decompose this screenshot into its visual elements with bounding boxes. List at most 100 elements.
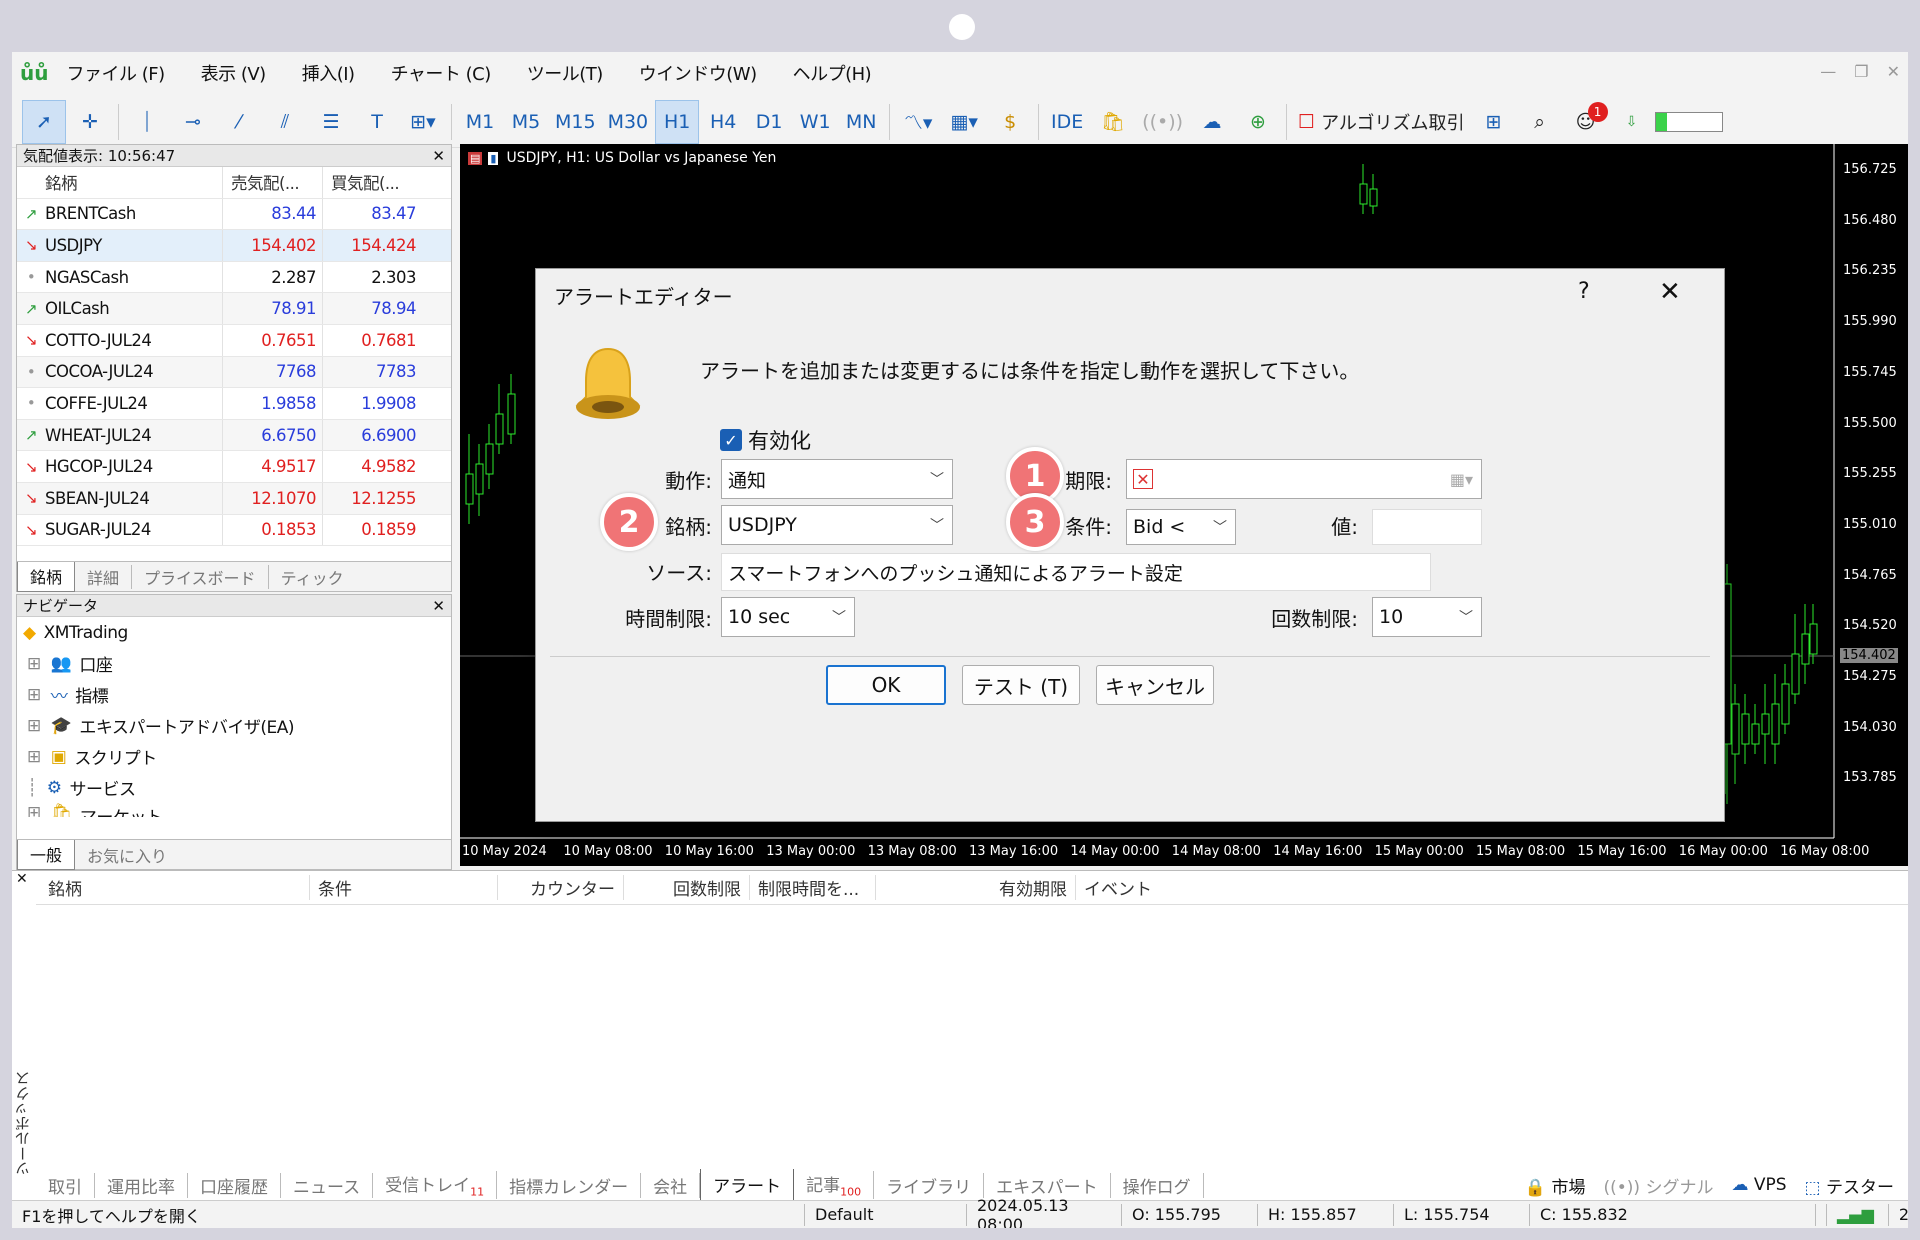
templates-icon[interactable]: ▦▾ <box>942 100 986 144</box>
market-watch-close-icon[interactable]: ✕ <box>432 147 445 165</box>
tf-m15[interactable]: M15 <box>550 100 601 144</box>
nav-experts[interactable]: ⊞ 🎓 エキスパートアドバイザ(EA) <box>17 710 451 741</box>
vps-tab[interactable]: ☁ VPS <box>1731 1175 1786 1195</box>
expiry-checkbox-unchecked-icon[interactable]: ✕ <box>1133 469 1153 489</box>
col-symbol[interactable]: 銘柄 <box>45 170 222 194</box>
market-watch-row[interactable]: ↘ HGCOP-JUL24 4.9517 4.9582 <box>17 451 451 483</box>
market-watch-row[interactable]: ↗ WHEAT-JUL24 6.6750 6.6900 <box>17 419 451 452</box>
col-ask[interactable]: 買気配(... <box>322 167 422 198</box>
toolbox-tab[interactable]: 指標カレンダー <box>497 1172 642 1198</box>
enabled-checkbox[interactable]: ✓ 有効化 <box>720 425 811 455</box>
tf-mn[interactable]: MN <box>839 100 883 144</box>
ide-button[interactable]: IDE <box>1045 100 1089 144</box>
notifications-icon[interactable]: ☺ 1 <box>1564 100 1608 144</box>
market-watch-row[interactable]: ↗ OILCash 78.91 78.94 <box>17 293 451 325</box>
col-alert-counter[interactable]: カウンター <box>498 875 624 900</box>
nav-services[interactable]: ┊ ⚙ サービス <box>17 772 451 803</box>
tf-h1[interactable]: H1 <box>655 99 700 144</box>
channel-icon[interactable]: ⫽ <box>263 100 307 144</box>
market-watch-row[interactable]: • COCOA-JUL24 7768 7783 <box>17 356 451 389</box>
tab-ticks[interactable]: ティック <box>269 565 356 589</box>
count-select[interactable]: 10 ﹀ <box>1372 597 1482 637</box>
toolbox-tab[interactable]: 受信トレイ11 <box>373 1171 498 1199</box>
col-alert-limit[interactable]: 回数制限 <box>624 875 750 900</box>
tf-w1[interactable]: W1 <box>793 100 837 144</box>
menu-file[interactable]: ファイル (F) <box>66 60 165 86</box>
condition-select[interactable]: Bid < ﹀ <box>1126 509 1236 545</box>
tab-general[interactable]: 一般 <box>17 839 76 870</box>
new-order-icon[interactable]: ⊞ <box>1472 100 1516 144</box>
nav-scripts[interactable]: ⊞ ▣ スクリプト <box>17 741 451 772</box>
calendar-icon[interactable]: ▦▾ <box>1450 470 1473 489</box>
action-select[interactable]: 通知 ﹀ <box>721 459 953 499</box>
search-icon[interactable]: ⌕ <box>1518 100 1562 144</box>
market-watch-row[interactable]: ↘ USDJPY 154.402 154.424 <box>17 230 451 262</box>
market-watch-row[interactable]: ↘ SUGAR-JUL24 0.1853 0.1859 <box>17 514 451 547</box>
toolbox-tab[interactable]: 取引 <box>36 1172 95 1198</box>
navigator-close-icon[interactable]: ✕ <box>432 597 445 615</box>
tab-details[interactable]: 詳細 <box>75 564 133 589</box>
market-watch-row[interactable]: ↘ SBEAN-JUL24 12.1070 12.1255 <box>17 482 451 515</box>
dialog-close-button[interactable]: ✕ <box>1659 277 1681 307</box>
tf-m5[interactable]: M5 <box>504 100 548 144</box>
horizontal-line-icon[interactable]: ⊸ <box>171 100 215 144</box>
timeout-select[interactable]: 10 sec ﹀ <box>721 597 855 637</box>
market-watch-row[interactable]: ↗ BRENTCash 83.44 83.47 <box>17 198 451 231</box>
toolbox-tab[interactable]: エキスパート <box>984 1172 1111 1198</box>
minimize-icon[interactable]: — <box>1820 62 1836 81</box>
col-alert-symbol[interactable]: 銘柄 <box>36 875 310 900</box>
toolbox-tab[interactable]: ライブラリ <box>874 1172 985 1198</box>
restore-icon[interactable]: ❐ <box>1854 62 1868 81</box>
fibonacci-icon[interactable]: ☰ <box>309 100 353 144</box>
test-button[interactable]: テスト (T) <box>962 665 1080 705</box>
nav-market[interactable]: ⊞🛍マーケット <box>17 803 451 817</box>
vertical-line-icon[interactable]: ⏐ <box>125 100 169 144</box>
tester-tab[interactable]: ⬚ テスター <box>1805 1173 1894 1198</box>
tab-favorites[interactable]: お気に入り <box>75 843 179 867</box>
toolbox-tab[interactable]: 会社 <box>641 1172 701 1198</box>
toolbox-tab[interactable]: ニュース <box>281 1172 374 1198</box>
col-alert-expiry[interactable]: 有効期限 <box>876 875 1076 900</box>
dollar-icon[interactable]: $ <box>988 100 1032 144</box>
symbol-select[interactable]: USDJPY ﹀ <box>721 505 953 545</box>
crosshair-icon[interactable]: ✛ <box>68 100 112 144</box>
dialog-help-button[interactable]: ? <box>1578 279 1590 304</box>
toolbox-tab[interactable]: 記事100 <box>794 1171 875 1199</box>
cursor-tool-icon[interactable]: ➚ <box>22 99 66 144</box>
nav-accounts[interactable]: ⊞ 👥 口座 <box>17 648 451 679</box>
market-watch-row[interactable]: ↘ COTTO-JUL24 0.7651 0.7681 <box>17 324 451 357</box>
market-watch-row[interactable]: • COFFE-JUL24 1.9858 1.9908 <box>17 388 451 420</box>
menu-chart[interactable]: チャート (C) <box>391 60 492 86</box>
text-tool-icon[interactable]: T <box>355 100 399 144</box>
toolbox-tab[interactable]: 運用比率 <box>95 1172 188 1198</box>
algo-trading-button[interactable]: ☐ アルゴリズム取引 <box>1293 100 1470 144</box>
toolbox-tab[interactable]: アラート <box>700 1169 795 1201</box>
signals-tab[interactable]: ((•)) シグナル <box>1603 1173 1713 1198</box>
cloud-icon[interactable]: ☁ <box>1190 100 1234 144</box>
tf-d1[interactable]: D1 <box>747 100 791 144</box>
tab-priceboard[interactable]: プライスボード <box>132 564 269 589</box>
col-alert-event[interactable]: イベント <box>1076 875 1152 900</box>
toolbox-tab[interactable]: 口座履歴 <box>188 1172 281 1198</box>
market-watch-row[interactable]: • NGASCash 2.287 2.303 <box>17 261 451 294</box>
menu-tools[interactable]: ツール(T) <box>527 60 604 86</box>
cancel-button[interactable]: キャンセル <box>1096 665 1214 705</box>
tf-m1[interactable]: M1 <box>458 100 502 144</box>
expiry-datepicker[interactable]: ✕ ▦▾ <box>1126 459 1482 499</box>
col-alert-timeout[interactable]: 制限時間を... <box>750 875 876 900</box>
menu-view[interactable]: 表示 (V) <box>201 60 267 86</box>
menu-window[interactable]: ウインドウ(W) <box>639 60 757 86</box>
trendline-icon[interactable]: ⁄ <box>217 100 261 144</box>
menu-insert[interactable]: 挿入(I) <box>302 60 355 86</box>
ok-button[interactable]: OK <box>826 665 946 705</box>
col-alert-condition[interactable]: 条件 <box>310 875 498 900</box>
value-input[interactable] <box>1372 509 1482 545</box>
signal-icon[interactable]: ((•)) <box>1137 100 1188 144</box>
close-window-icon[interactable]: ✕ <box>1887 62 1900 81</box>
tf-h4[interactable]: H4 <box>701 100 745 144</box>
toolbox-tab[interactable]: 操作ログ <box>1111 1172 1204 1198</box>
menu-help[interactable]: ヘルプ(H) <box>793 60 872 86</box>
tab-symbols[interactable]: 銘柄 <box>17 561 76 592</box>
shapes-icon[interactable]: ⊞▾ <box>401 100 445 144</box>
toolbox-close-icon[interactable]: ✕ <box>16 871 28 887</box>
